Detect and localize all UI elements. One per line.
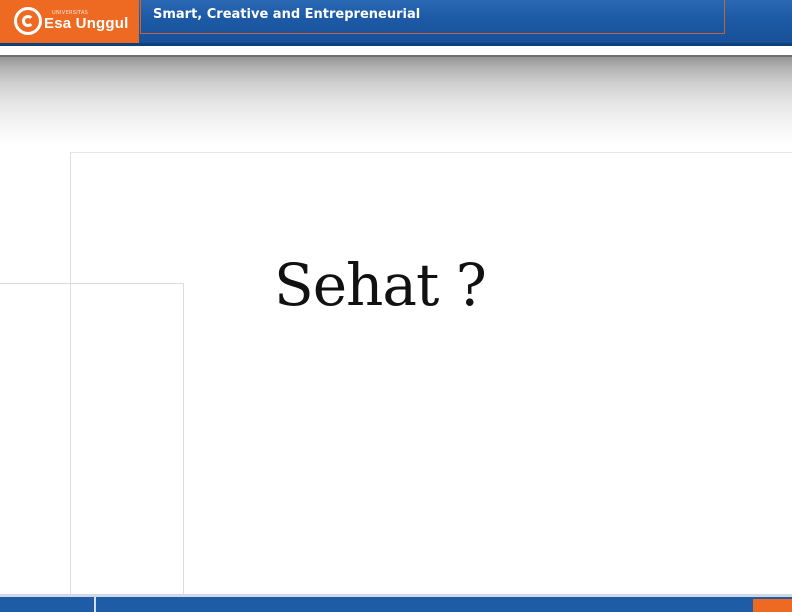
logo-wordmark: Esa Unggul bbox=[44, 15, 129, 32]
tagline: Smart, Creative and Entrepreneurial bbox=[153, 7, 421, 22]
slide-title: Sehat ? bbox=[274, 251, 487, 319]
footer-bar bbox=[0, 597, 792, 612]
footer-divider bbox=[94, 597, 96, 612]
inner-frame bbox=[0, 283, 184, 603]
logo-emblem-icon bbox=[14, 7, 42, 35]
gradient-band bbox=[0, 55, 792, 145]
footer-accent bbox=[753, 599, 792, 612]
header-bar: UNIVERSITAS Esa Unggul Smart, Creative a… bbox=[0, 0, 792, 46]
slide-page: UNIVERSITAS Esa Unggul Smart, Creative a… bbox=[0, 0, 792, 612]
university-logo: UNIVERSITAS Esa Unggul bbox=[0, 0, 139, 44]
header-divider bbox=[0, 43, 792, 46]
band-top-line bbox=[0, 55, 792, 57]
